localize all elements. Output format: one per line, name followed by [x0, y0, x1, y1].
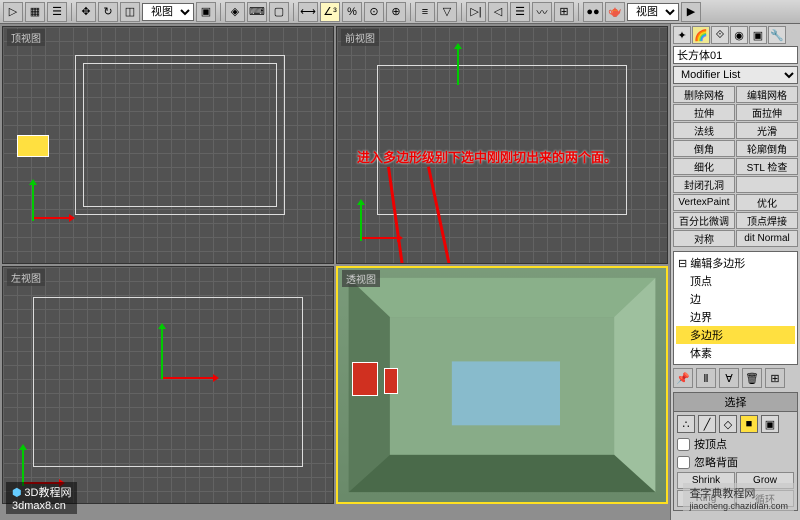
hierarchy-tab-icon[interactable]: ⟐ [711, 26, 729, 44]
align-icon[interactable]: ≡ [415, 2, 435, 22]
scale-icon[interactable]: ◫ [120, 2, 140, 22]
subobj-polygon-icon[interactable]: ■ [740, 415, 758, 433]
delete-mesh-button[interactable]: 删除网格 [673, 86, 735, 103]
extrude-button[interactable]: 拉伸 [673, 104, 735, 121]
optimize-button[interactable]: 优化 [736, 194, 798, 211]
by-vertex-checkbox[interactable]: 按顶点 [677, 436, 794, 452]
tessellate-button[interactable]: 细化 [673, 158, 735, 175]
symmetry-button[interactable]: 对称 [673, 230, 735, 247]
display-tab-icon[interactable]: ▣ [749, 26, 767, 44]
command-panel: ✦ 🌈 ⟐ ◉ ▣ 🔧 Modifier List 删除网格 编辑网格 拉伸 面… [670, 24, 800, 520]
mirror-icon[interactable]: ⟷ [298, 2, 318, 22]
watermark-left: ⬢ 3D教程网3dmax8.cn [6, 482, 77, 514]
show-end-icon[interactable]: Ⅱ [696, 368, 716, 388]
manip-icon[interactable]: ◈ [225, 2, 245, 22]
smooth-button[interactable]: 光滑 [736, 122, 798, 139]
viewport-container: 顶视图 前视图 进入多边形级别下选中刚刚切出来的两个面。 左视图 透视图 [0, 24, 670, 506]
configure-icon[interactable]: ⊞ [765, 368, 785, 388]
schematic-icon[interactable]: ⊞ [554, 2, 574, 22]
modifier-stack[interactable]: ⊟ 编辑多边形 顶点 边 边界 多边形 体素 [673, 251, 798, 365]
remove-mod-icon[interactable]: 🗑 [742, 368, 762, 388]
snap-angle-icon[interactable]: ∠³ [320, 2, 340, 22]
viewport-left[interactable]: 左视图 [2, 266, 334, 504]
stack-vertex[interactable]: 顶点 [676, 272, 795, 290]
weld-button[interactable]: 顶点焊接 [736, 212, 798, 229]
main-toolbar: ▷ ▦ ☰ ✥ ↻ ◫ 视图 ▣ ◈ ⌨ ▢ ⟷ ∠³ % ⊙ ⊕ ≡ ▽ ▷|… [0, 0, 800, 24]
subobj-element-icon[interactable]: ▣ [761, 415, 779, 433]
snap-percent-icon[interactable]: % [342, 2, 362, 22]
viewport-label: 左视图 [7, 269, 45, 286]
stl-check-button[interactable]: STL 检查 [736, 158, 798, 175]
viewport-perspective[interactable]: 透视图 [336, 266, 668, 504]
create-tab-icon[interactable]: ✦ [673, 26, 691, 44]
editnormal-button[interactable]: dit Normal [736, 230, 798, 247]
stack-polygon[interactable]: 多边形 [676, 326, 795, 344]
panel-tabs: ✦ 🌈 ⟐ ◉ ▣ 🔧 [673, 26, 798, 44]
select-name-icon[interactable]: ☰ [47, 2, 67, 22]
quick-render-icon[interactable]: ▶ [681, 2, 701, 22]
subobj-border-icon[interactable]: ◇ [719, 415, 737, 433]
viewport-label: 前视图 [341, 29, 379, 46]
viewport-label: 顶视图 [7, 29, 45, 46]
layer-icon[interactable]: ☰ [510, 2, 530, 22]
sel-filter-icon[interactable]: ▽ [437, 2, 457, 22]
object-name-field[interactable] [673, 46, 798, 64]
viewport-front[interactable]: 前视图 进入多边形级别下选中刚刚切出来的两个面。 [336, 26, 668, 264]
normal-button[interactable]: 法线 [673, 122, 735, 139]
snap-icon[interactable]: ⊙ [364, 2, 384, 22]
curve-icon[interactable]: 〰 [532, 2, 552, 22]
next-icon[interactable]: ▷| [466, 2, 486, 22]
stack-border[interactable]: 边界 [676, 308, 795, 326]
prev-icon[interactable]: ◁ [488, 2, 508, 22]
view-dropdown2[interactable]: 视图 [627, 3, 679, 21]
selection-rollout-header[interactable]: 选择 [673, 392, 798, 412]
blank-button[interactable] [736, 176, 798, 193]
motion-tab-icon[interactable]: ◉ [730, 26, 748, 44]
outline-button[interactable]: 轮廓倒角 [736, 140, 798, 157]
utilities-tab-icon[interactable]: 🔧 [768, 26, 786, 44]
material-icon[interactable]: ●● [583, 2, 603, 22]
viewport-top[interactable]: 顶视图 [2, 26, 334, 264]
named-sel-icon[interactable]: ▢ [269, 2, 289, 22]
center-icon[interactable]: ▣ [196, 2, 216, 22]
viewport-label: 透视图 [342, 270, 380, 287]
unique-icon[interactable]: ∀ [719, 368, 739, 388]
ref-coord-dropdown[interactable]: 视图 [142, 3, 194, 21]
select-region-icon[interactable]: ▦ [25, 2, 45, 22]
stack-item-editpoly[interactable]: ⊟ 编辑多边形 [676, 254, 795, 272]
percent-button[interactable]: 百分比微调 [673, 212, 735, 229]
subobj-edge-icon[interactable]: ╱ [698, 415, 716, 433]
subobj-vertex-icon[interactable]: ∴ [677, 415, 695, 433]
stack-element[interactable]: 体素 [676, 344, 795, 362]
modifier-list-dropdown[interactable]: Modifier List [673, 66, 798, 84]
move-icon[interactable]: ✥ [76, 2, 96, 22]
pin-stack-icon[interactable]: 📌 [673, 368, 693, 388]
modify-tab-icon[interactable]: 🌈 [692, 26, 710, 44]
render-icon[interactable]: 🫖 [605, 2, 625, 22]
face-extrude-button[interactable]: 面拉伸 [736, 104, 798, 121]
modifier-buttons: 删除网格 编辑网格 拉伸 面拉伸 法线 光滑 倒角 轮廓倒角 细化 STL 检查… [673, 86, 798, 247]
select-icon[interactable]: ▷ [3, 2, 23, 22]
vertexpaint-button[interactable]: VertexPaint [673, 194, 735, 211]
ignore-backfacing-checkbox[interactable]: 忽略背面 [677, 454, 794, 470]
edit-mesh-button[interactable]: 编辑网格 [736, 86, 798, 103]
snap2-icon[interactable]: ⊕ [386, 2, 406, 22]
rotate-icon[interactable]: ↻ [98, 2, 118, 22]
stack-edge[interactable]: 边 [676, 290, 795, 308]
watermark-right: 查字典教程网jiaocheng.chazidian.com [683, 483, 794, 514]
cap-holes-button[interactable]: 封闭孔洞 [673, 176, 735, 193]
annotation-text: 进入多边形级别下选中刚刚切出来的两个面。 [357, 147, 617, 166]
chamfer-button[interactable]: 倒角 [673, 140, 735, 157]
keyboard-icon[interactable]: ⌨ [247, 2, 267, 22]
